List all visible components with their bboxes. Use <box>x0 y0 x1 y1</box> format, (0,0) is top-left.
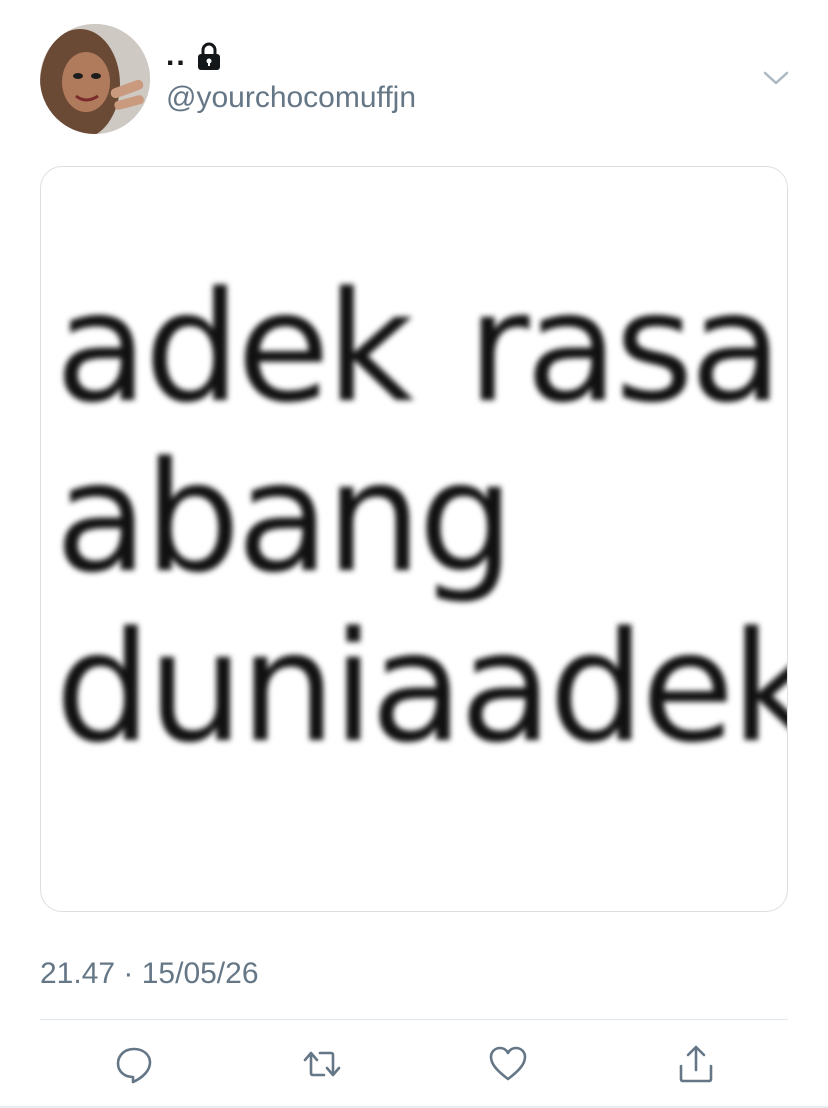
image-text: adek rasa abang dunia adek <box>55 259 787 776</box>
avatar[interactable] <box>40 24 150 134</box>
image-word: abang <box>55 429 515 606</box>
image-text-line: adek rasa <box>55 259 783 436</box>
share-icon[interactable] <box>676 1044 716 1084</box>
image-text-line: abang <box>55 433 779 603</box>
lock-icon <box>195 41 223 71</box>
retweet-icon[interactable] <box>302 1044 342 1084</box>
tweet-timestamp[interactable]: 21.47 · 15/05/26 <box>40 956 259 992</box>
user-handle[interactable]: @yourchocomuffjn <box>166 80 416 116</box>
heart-icon[interactable] <box>488 1044 528 1084</box>
image-word: dunia <box>55 599 464 776</box>
image-word: adek <box>459 599 788 776</box>
name-row: .. <box>166 38 223 74</box>
tweet: .. @yourchocomuffjn adek rasa abang duni… <box>0 0 828 1108</box>
image-text-line: dunia adek <box>55 599 787 776</box>
display-name[interactable]: .. <box>166 41 187 71</box>
image-word: rasa <box>467 259 783 436</box>
reply-icon[interactable] <box>114 1044 154 1084</box>
image-word: adek <box>55 259 414 436</box>
divider <box>40 1019 788 1020</box>
action-bar <box>0 1040 828 1090</box>
chevron-down-icon[interactable] <box>760 66 792 90</box>
tweet-image[interactable]: adek rasa abang dunia adek <box>40 166 788 912</box>
avatar-image <box>40 24 150 134</box>
